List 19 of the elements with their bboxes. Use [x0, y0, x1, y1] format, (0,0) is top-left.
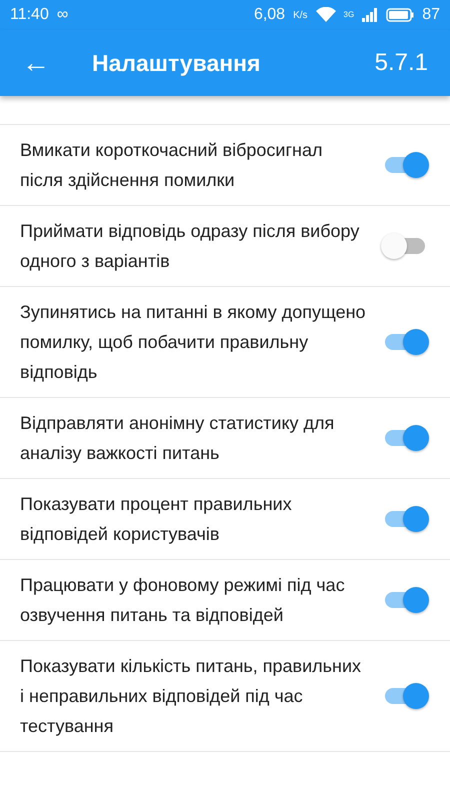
wifi-icon — [316, 7, 336, 23]
network-speed: 6,08 — [254, 5, 286, 25]
setting-label: Показувати процент правильних відповідей користувачів — [20, 493, 293, 546]
network-type: 3G — [344, 9, 354, 21]
back-button[interactable]: ← — [22, 49, 50, 77]
battery-icon — [386, 8, 414, 22]
status-time: 11:40 — [10, 5, 49, 25]
signal-icon — [362, 8, 378, 22]
screen-title: Налаштування — [92, 48, 260, 78]
loop-icon: ∞ — [56, 3, 68, 27]
setting-label: Приймати відповідь одразу після вибору одного з варіантів — [20, 220, 360, 273]
setting-label: Вмикати короткочасний вібросигнал після здійснення помилки — [20, 139, 324, 192]
setting-label: Працювати у фоновому режимі під час озвучення питань та відповідей — [20, 574, 346, 627]
version-label: 5.7.1 — [374, 48, 428, 78]
speed-unit: K/s — [293, 8, 308, 22]
setting-label: Відправляти анонімну статистику для аналізу важкості питань — [20, 412, 336, 465]
setting-label: Зупинятись на питанні в якому допущено помилку, щоб побачити правильну відповідь — [20, 301, 366, 384]
battery-level: 87 — [422, 5, 440, 25]
setting-label: Показувати кількість питань, правильних і неправильних відповідей під час тестування — [20, 655, 362, 738]
